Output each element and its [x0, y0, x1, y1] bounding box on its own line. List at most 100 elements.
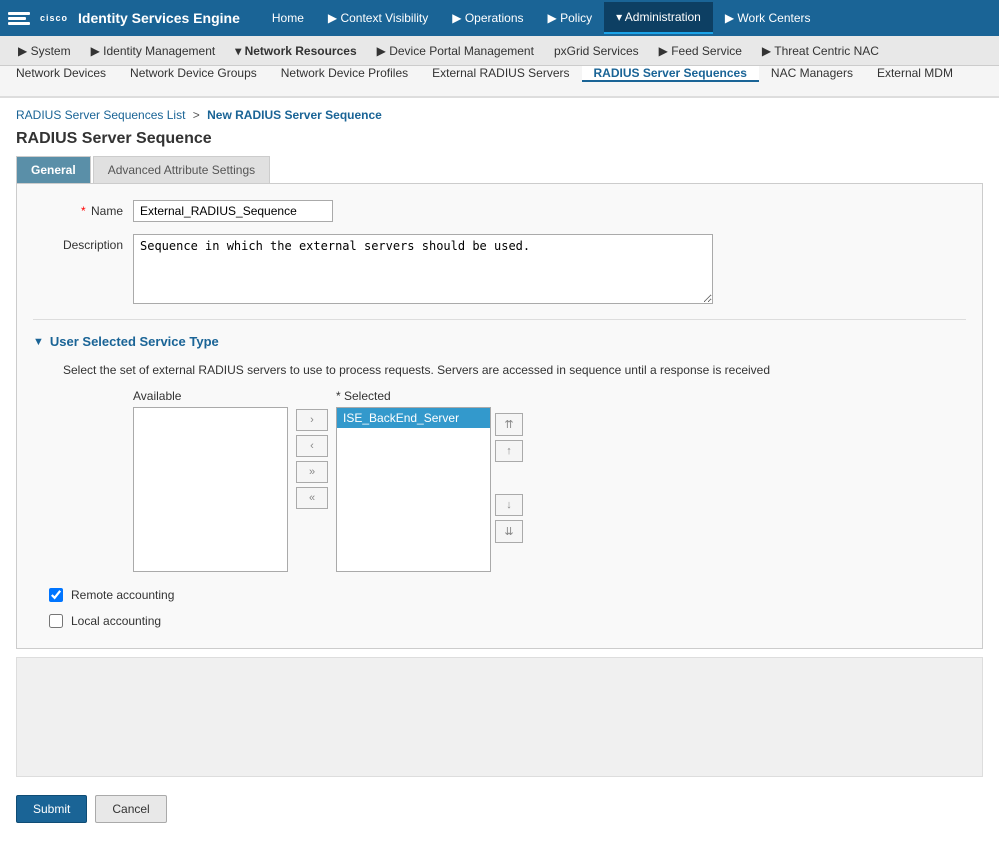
transfer-area: Available › ‹ » « * Selected ISE_BackEnd… — [33, 389, 966, 572]
available-list[interactable] — [133, 407, 288, 572]
main-content: * Name Description Sequence in which the… — [16, 183, 983, 649]
tab-link-nac-managers[interactable]: NAC Managers — [759, 66, 865, 82]
selected-list-item[interactable]: ISE_BackEnd_Server — [337, 408, 490, 428]
name-input-wrapper — [133, 200, 333, 222]
nav-link-home[interactable]: Home — [260, 3, 316, 33]
footer-buttons: Submit Cancel — [0, 785, 999, 833]
name-required-star: * — [81, 204, 86, 218]
page-title: RADIUS Server Sequence — [0, 126, 999, 156]
submit-button[interactable]: Submit — [16, 795, 87, 823]
tab-link-network-devices[interactable]: Network Devices — [4, 66, 118, 82]
local-accounting-label[interactable]: Local accounting — [71, 614, 161, 628]
second-nav-pxgrid[interactable]: pxGrid Services — [544, 38, 649, 64]
name-label-text: Name — [91, 204, 123, 218]
second-nav-link-threat[interactable]: ▶ Threat Centric NAC — [752, 38, 889, 64]
content-tab-advanced[interactable]: Advanced Attribute Settings — [93, 156, 270, 183]
tab-radius-server-sequences[interactable]: RADIUS Server Sequences — [582, 66, 759, 96]
available-column: Available — [133, 389, 288, 572]
description-textarea[interactable]: Sequence in which the external servers s… — [133, 234, 713, 304]
cisco-logo-text: cisco — [40, 13, 68, 23]
remote-accounting-row: Remote accounting — [33, 580, 966, 606]
tab-link-network-device-groups[interactable]: Network Device Groups — [118, 66, 269, 82]
nav-item-home[interactable]: Home — [260, 3, 316, 33]
tab-network-device-profiles[interactable]: Network Device Profiles — [269, 66, 420, 96]
content-tabs: General Advanced Attribute Settings — [0, 156, 999, 183]
name-form-row: * Name — [33, 200, 966, 222]
content-tab-general[interactable]: General — [16, 156, 91, 183]
second-nav-system[interactable]: ▶ System — [8, 38, 81, 64]
nav-item-policy[interactable]: ▶ Policy — [536, 3, 605, 33]
name-label: * Name — [33, 200, 133, 218]
move-down-button[interactable]: ↓ — [495, 494, 523, 516]
second-nav-link-feed[interactable]: ▶ Feed Service — [649, 38, 752, 64]
local-accounting-row: Local accounting — [33, 606, 966, 632]
tab-network-devices[interactable]: Network Devices — [4, 66, 118, 96]
tab-external-mdm[interactable]: External MDM — [865, 66, 965, 96]
local-accounting-checkbox[interactable] — [49, 614, 63, 628]
description-label: Description — [33, 234, 133, 252]
nav-link-workcenters[interactable]: ▶ Work Centers — [713, 3, 823, 33]
second-nav-network-resources[interactable]: ▾ Network Resources — [225, 38, 366, 64]
nav-item-administration[interactable]: ▾ Administration — [604, 2, 713, 34]
second-nav-links: ▶ System ▶ Identity Management ▾ Network… — [8, 38, 889, 64]
tab-link-external-radius-servers[interactable]: External RADIUS Servers — [420, 66, 581, 82]
breadcrumb-current: New RADIUS Server Sequence — [207, 108, 382, 122]
breadcrumb: RADIUS Server Sequences List > New RADIU… — [0, 98, 999, 126]
cisco-logo — [8, 12, 30, 25]
second-nav-threat[interactable]: ▶ Threat Centric NAC — [752, 38, 889, 64]
move-bottom-button[interactable]: ⇊ — [495, 520, 523, 543]
tab-nac-managers[interactable]: NAC Managers — [759, 66, 865, 96]
second-nav-feed[interactable]: ▶ Feed Service — [649, 38, 752, 64]
nav-link-context[interactable]: ▶ Context Visibility — [316, 3, 440, 33]
app-title: Identity Services Engine — [78, 10, 240, 26]
selected-label: * Selected — [336, 389, 491, 403]
section-header-user-service[interactable]: ▼ User Selected Service Type — [33, 324, 966, 355]
second-nav-identity[interactable]: ▶ Identity Management — [81, 38, 226, 64]
move-up-button[interactable]: ↑ — [495, 440, 523, 462]
third-nav-links: Network Devices Network Device Groups Ne… — [4, 66, 965, 96]
third-navbar: Network Devices Network Device Groups Ne… — [0, 66, 999, 98]
bottom-gray-area — [16, 657, 983, 777]
top-nav-links: Home ▶ Context Visibility ▶ Operations ▶… — [260, 2, 991, 34]
nav-item-operations[interactable]: ▶ Operations — [440, 3, 535, 33]
selected-list[interactable]: ISE_BackEnd_Server — [336, 407, 491, 572]
second-nav-link-pxgrid[interactable]: pxGrid Services — [544, 38, 649, 64]
move-all-left-button[interactable]: « — [296, 487, 328, 509]
second-nav-link-network-resources[interactable]: ▾ Network Resources — [225, 38, 366, 64]
nav-link-policy[interactable]: ▶ Policy — [536, 3, 605, 33]
cancel-button[interactable]: Cancel — [95, 795, 166, 823]
name-input[interactable] — [133, 200, 333, 222]
section-toggle-icon: ▼ — [33, 336, 44, 348]
transfer-buttons: › ‹ » « — [292, 389, 332, 509]
move-all-right-button[interactable]: » — [296, 461, 328, 483]
second-nav-link-device-portal[interactable]: ▶ Device Portal Management — [367, 38, 544, 64]
breadcrumb-separator: > — [193, 108, 200, 122]
remote-accounting-label[interactable]: Remote accounting — [71, 588, 174, 602]
tab-network-device-groups[interactable]: Network Device Groups — [118, 66, 269, 96]
second-nav-link-identity[interactable]: ▶ Identity Management — [81, 38, 226, 64]
nav-item-workcenters[interactable]: ▶ Work Centers — [713, 3, 823, 33]
tab-link-external-mdm[interactable]: External MDM — [865, 66, 965, 82]
move-right-button[interactable]: › — [296, 409, 328, 431]
selected-column: * Selected ISE_BackEnd_Server — [336, 389, 491, 572]
order-buttons: ⇈ ↑ ↓ ⇊ — [495, 389, 523, 543]
tab-link-radius-server-sequences[interactable]: RADIUS Server Sequences — [582, 66, 759, 82]
move-left-button[interactable]: ‹ — [296, 435, 328, 457]
section-content: Select the set of external RADIUS server… — [33, 355, 966, 580]
divider — [33, 319, 966, 320]
section-title: User Selected Service Type — [50, 334, 219, 349]
move-top-button[interactable]: ⇈ — [495, 413, 523, 436]
second-nav-device-portal[interactable]: ▶ Device Portal Management — [367, 38, 544, 64]
tab-link-network-device-profiles[interactable]: Network Device Profiles — [269, 66, 420, 82]
top-navbar: cisco Identity Services Engine Home ▶ Co… — [0, 0, 999, 36]
remote-accounting-checkbox[interactable] — [49, 588, 63, 602]
breadcrumb-list-link[interactable]: RADIUS Server Sequences List — [16, 108, 185, 122]
second-navbar: ▶ System ▶ Identity Management ▾ Network… — [0, 36, 999, 66]
description-form-row: Description Sequence in which the extern… — [33, 234, 966, 307]
section-description: Select the set of external RADIUS server… — [33, 363, 966, 377]
nav-item-context[interactable]: ▶ Context Visibility — [316, 3, 440, 33]
tab-external-radius-servers[interactable]: External RADIUS Servers — [420, 66, 581, 96]
nav-link-administration[interactable]: ▾ Administration — [604, 2, 713, 34]
nav-link-operations[interactable]: ▶ Operations — [440, 3, 535, 33]
second-nav-link-system[interactable]: ▶ System — [8, 38, 81, 64]
